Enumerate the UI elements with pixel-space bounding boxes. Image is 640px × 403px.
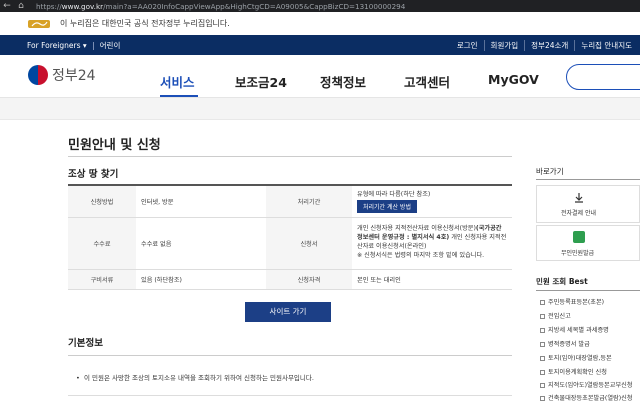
top-utility-nav: For Foreigners ▾ 어린이 로그인 회원가입 정부24소개 누리집…	[0, 35, 640, 55]
back-icon[interactable]: ←	[0, 1, 14, 11]
gov-notice-strip: 이 누리집은 대한민국 공식 전자정부 누리집입니다.	[0, 12, 640, 35]
site-go-button[interactable]: 사이트 가기	[245, 302, 331, 322]
for-foreigners-dropdown[interactable]: For Foreigners ▾	[27, 41, 87, 50]
basic-info-heading: 기본정보	[68, 338, 103, 349]
divider	[68, 156, 512, 157]
docs-note: ※ 신청서식은 법령의 마지막 조항 밑에 있습니다.	[357, 251, 485, 259]
page-title: 민원안내 및 신청	[68, 138, 161, 153]
search-input[interactable]	[566, 64, 640, 90]
table-row: 구비서류 있음 (하단참조) 신청자격 본인 또는 대리인	[68, 269, 512, 290]
unmanned-issuance-label: 무인민원발급	[561, 250, 595, 257]
logo-text: 정부24	[52, 68, 96, 84]
best-item-label: 주민등록표등본(초본)	[548, 299, 605, 306]
docs-label: 신청서	[266, 217, 352, 270]
divider	[92, 41, 94, 50]
fee-label: 수수료	[68, 217, 136, 270]
main-header: 정부24 서비스 보조금24 정책정보 고객센터 MyGOV	[0, 55, 640, 98]
best-item[interactable]: 주민등록표등본(초본)	[540, 297, 604, 306]
active-menu-underline	[160, 95, 198, 97]
period-value: 유형에 따라 다름(하단 참조)	[357, 191, 431, 199]
evidence-value: 있음 (하단참조)	[136, 269, 266, 290]
best-item[interactable]: 지방세 세목별 과세증명	[540, 325, 609, 334]
divider	[68, 355, 512, 356]
gov-notice-text: 이 누리집은 대한민국 공식 전자정부 누리집입니다.	[60, 19, 230, 28]
menu-customer-center[interactable]: 고객센터	[404, 72, 450, 91]
period-cell: 유형에 따라 다름(하단 참조) 처리기간 계산 방법	[352, 185, 512, 218]
download-icon	[575, 193, 583, 203]
kiosk-icon	[573, 231, 585, 243]
checkbox-icon	[540, 299, 545, 305]
checkbox-icon	[540, 382, 545, 388]
basic-info-item: • 이 민원은 사망한 조상의 토지소유 내역을 조회하기 위하여 신청하는 민…	[76, 374, 314, 382]
menu-services[interactable]: 서비스	[160, 72, 195, 91]
taegeuk-emblem-icon	[28, 65, 48, 85]
checkbox-icon	[540, 313, 545, 319]
best-item-label: 토지이용계획확인 신청	[548, 369, 607, 376]
quick-links-title: 바로가기	[536, 167, 564, 176]
header-spacer-band	[0, 98, 640, 120]
best-item[interactable]: 지적도(임야도)열람등본교부신청	[540, 380, 633, 389]
checkbox-icon	[540, 327, 545, 333]
signup-link[interactable]: 회원가입	[483, 40, 525, 51]
divider	[536, 179, 640, 180]
gov24-logo[interactable]: 정부24	[28, 65, 96, 85]
best-item-label: 병적증명서 발급	[548, 341, 590, 348]
checkbox-icon	[540, 395, 545, 401]
service-title: 조상 땅 찾기	[68, 169, 119, 180]
apply-method-label: 신청방법	[68, 185, 136, 218]
for-foreigners-label: For Foreigners	[27, 41, 81, 50]
government-symbol-icon	[28, 19, 50, 28]
apply-method-value: 인터넷, 방문	[136, 185, 266, 218]
url-field[interactable]: https://www.gov.kr/main?a=AA020InfoCappV…	[36, 2, 405, 11]
login-link[interactable]: 로그인	[451, 40, 484, 51]
url-path: /main?a=AA020InfoCappViewApp&HighCtgCD=A…	[103, 1, 406, 11]
fee-value: 수수료 없음	[136, 217, 266, 270]
docs-text: 개인 신청자용 지적전산자료 이용신청서(방문)(국가공간정보센터 운영규정 :…	[357, 225, 507, 252]
sitemap-link[interactable]: 누리집 안내지도	[574, 40, 638, 51]
period-calc-button[interactable]: 처리기간 계산 방법	[357, 200, 417, 214]
checkbox-icon	[540, 341, 545, 347]
payment-guide-tile[interactable]: 전자결제 안내	[536, 185, 640, 223]
checkbox-icon	[540, 369, 545, 375]
best-inquiry-title: 민원 조회 Best	[536, 277, 588, 286]
best-item[interactable]: 병적증명서 발급	[540, 339, 590, 348]
best-item[interactable]: 토지(임야)대장열람,등본	[540, 353, 612, 362]
basic-info-text: 이 민원은 사망한 조상의 토지소유 내역을 조회하기 위하여 신청하는 민원사…	[83, 374, 314, 382]
table-row: 신청방법 인터넷, 방문 처리기간 유형에 따라 다름(하단 참조) 처리기간 …	[68, 185, 512, 218]
service-info-table: 신청방법 인터넷, 방문 처리기간 유형에 따라 다름(하단 참조) 처리기간 …	[68, 184, 512, 290]
checkbox-icon	[540, 355, 545, 361]
best-item-label: 건축물대장등초본발급(열람)신청	[548, 395, 633, 402]
menu-policy-info[interactable]: 정책정보	[320, 72, 366, 91]
period-label: 처리기간	[266, 185, 352, 218]
browser-address-bar: ← ⌂ https://www.gov.kr/main?a=AA020InfoC…	[0, 0, 640, 12]
best-item[interactable]: 전입신고	[540, 311, 571, 320]
divider	[536, 290, 640, 291]
home-icon[interactable]: ⌂	[14, 1, 28, 11]
menu-mygov[interactable]: MyGOV	[488, 72, 539, 87]
best-item[interactable]: 건축물대장등초본발급(열람)신청	[540, 393, 633, 402]
about-link[interactable]: 정부24소개	[524, 40, 574, 51]
best-item[interactable]: 토지이용계획확인 신청	[540, 367, 607, 376]
best-item-label: 지적도(임야도)열람등본교부신청	[548, 382, 633, 389]
evidence-label: 구비서류	[68, 269, 136, 290]
divider	[68, 395, 512, 396]
qualification-value: 본인 또는 대리인	[352, 269, 512, 290]
best-item-label: 지방세 세목별 과세증명	[548, 327, 609, 334]
url-prefix: https://	[36, 1, 62, 11]
best-item-label: 전입신고	[548, 313, 571, 320]
menu-subsidy24[interactable]: 보조금24	[235, 72, 287, 91]
docs-form-visit-link[interactable]: 개인 신청자용 지적전산자료 이용신청서(방문)	[357, 225, 476, 232]
url-host: www.gov.kr	[61, 1, 104, 11]
table-row: 수수료 수수료 없음 신청서 개인 신청자용 지적전산자료 이용신청서(방문)(…	[68, 217, 512, 270]
unmanned-issuance-tile[interactable]: 무인민원발급	[536, 225, 640, 261]
kids-link[interactable]: 어린이	[100, 40, 121, 51]
docs-cell: 개인 신청자용 지적전산자료 이용신청서(방문)(국가공간정보센터 운영규정 :…	[352, 217, 512, 270]
payment-guide-label: 전자결제 안내	[561, 210, 597, 217]
qualification-label: 신청자격	[266, 269, 352, 290]
best-item-label: 토지(임야)대장열람,등본	[548, 355, 612, 362]
